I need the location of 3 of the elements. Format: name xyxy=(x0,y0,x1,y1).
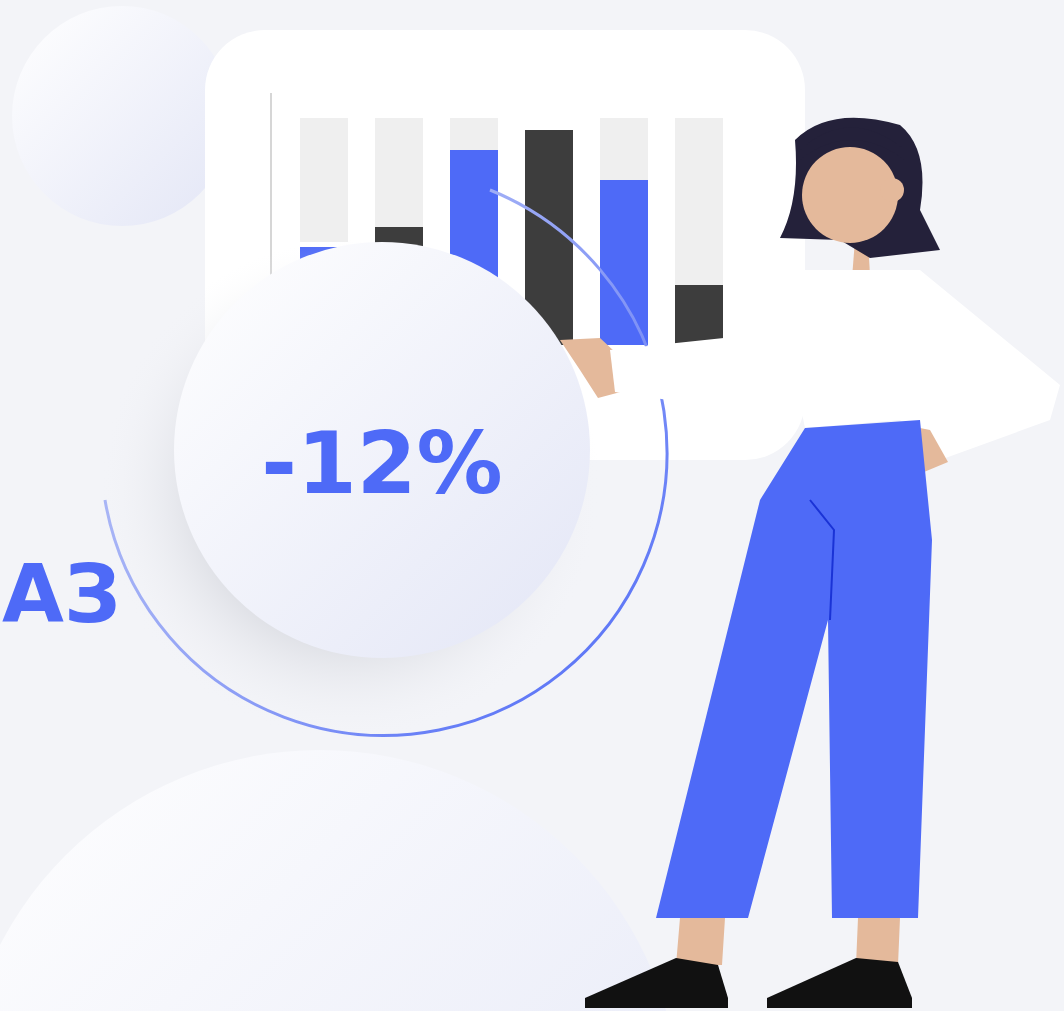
heading-text: АЗ xyxy=(2,548,121,641)
bar-track xyxy=(450,118,498,150)
discount-value: -12% xyxy=(261,413,503,513)
